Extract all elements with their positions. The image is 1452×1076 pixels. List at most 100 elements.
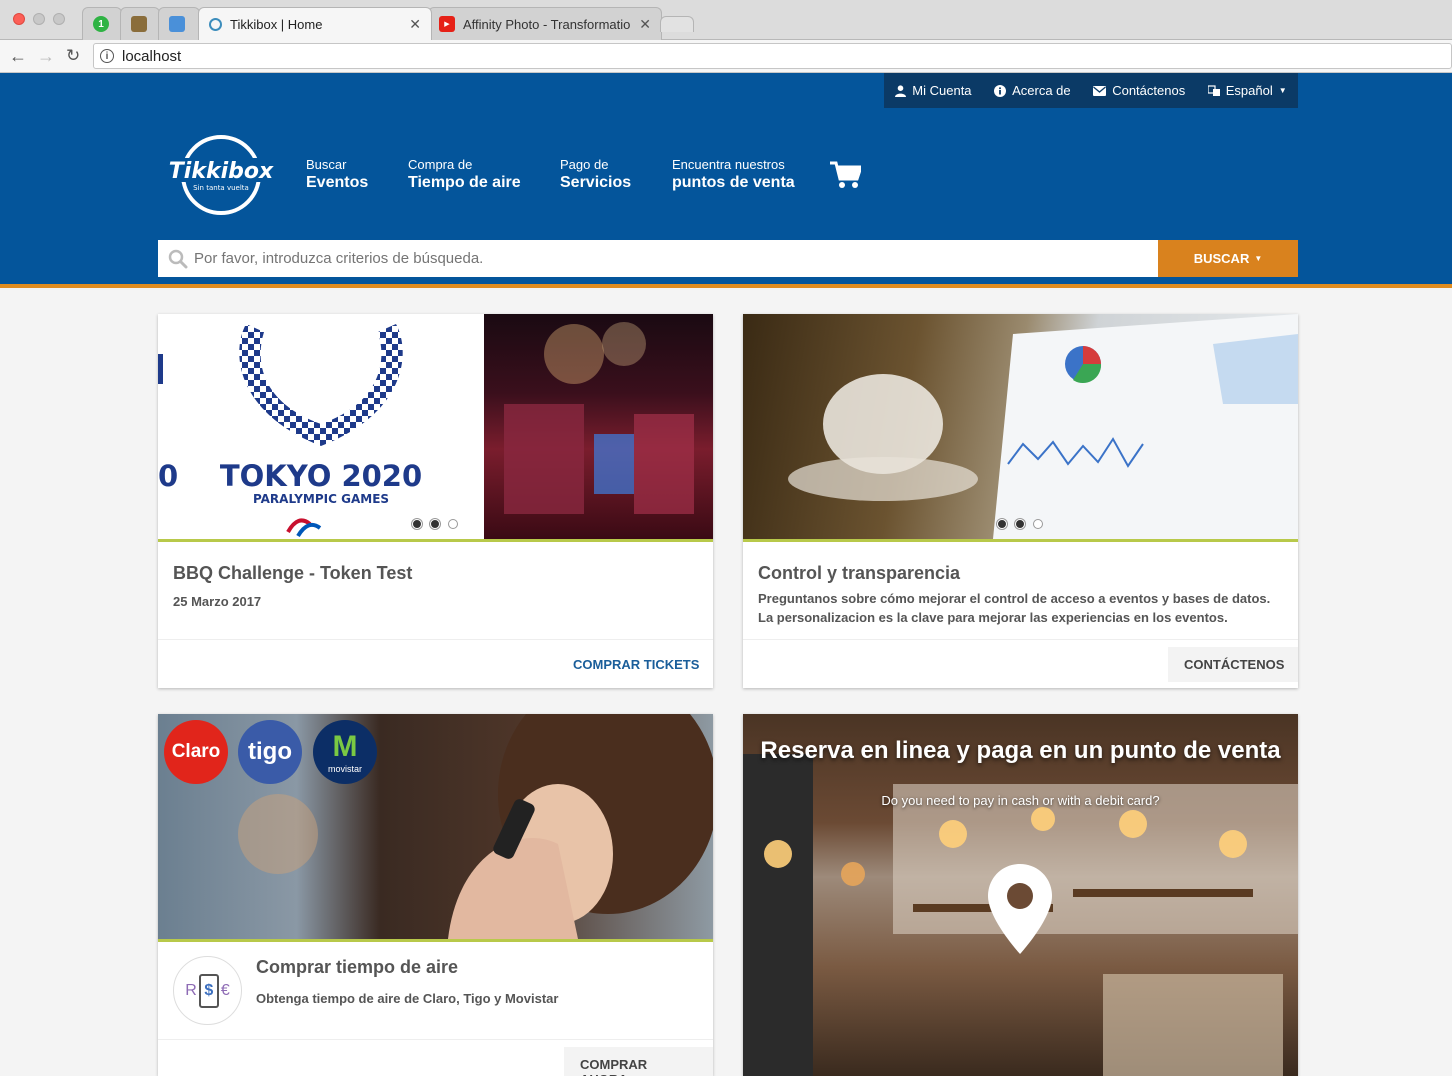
svg-text:Sin tanta vuelta: Sin tanta vuelta — [193, 184, 249, 192]
tikkibox-logo[interactable]: Tikkibox Sin tanta vuelta — [165, 134, 277, 216]
translate-icon — [1207, 84, 1220, 96]
pos-card[interactable]: Reserva en linea y paga en un punto de v… — [743, 714, 1298, 1076]
pos-subtitle: Do you need to pay in cash or with a deb… — [881, 793, 1160, 808]
search-bar: BUSCAR ▼ — [158, 240, 1298, 277]
search-input[interactable] — [194, 250, 1094, 267]
control-title: Control y transparencia — [758, 563, 961, 583]
url-field[interactable]: i localhost — [93, 43, 1452, 69]
search-button[interactable]: BUSCAR ▼ — [1158, 240, 1298, 277]
info-icon[interactable]: i — [100, 49, 114, 63]
paralympic-emblem: TOKYO 2020 PARALYMPIC GAMES 0 — [158, 324, 422, 538]
airtime-image: Claro tigo M movistar — [158, 714, 713, 939]
card-divider — [158, 1039, 713, 1040]
control-card: Control y transparencia Preguntanos sobr… — [743, 314, 1298, 688]
window-close-button[interactable] — [13, 13, 25, 25]
card-divider — [743, 639, 1298, 640]
card-divider — [158, 639, 713, 640]
back-arrow-icon[interactable]: ← — [9, 46, 27, 67]
nav-events-small: Buscar — [306, 157, 347, 172]
browser-tab-3[interactable] — [158, 7, 200, 40]
nav-services-small: Pago de — [560, 157, 609, 172]
cafe-image — [743, 714, 1298, 1076]
utility-bar: Mi Cuenta Acerca de Contáctenos Español … — [884, 73, 1298, 108]
browser-tab-2[interactable] — [120, 7, 160, 40]
airtime-card: Claro tigo M movistar R $ € Comprar tiem… — [158, 714, 713, 1076]
carousel-indicators — [412, 519, 458, 529]
coffee-tablet-image — [788, 314, 1298, 539]
window-minimize-button[interactable] — [33, 13, 45, 25]
svg-text:Tikkibox: Tikkibox — [169, 159, 274, 184]
browser-tab-1[interactable]: 1 — [82, 7, 122, 40]
caret-down-icon: ▼ — [1278, 86, 1287, 95]
new-tab-button[interactable] — [660, 16, 694, 32]
nav-services-big: Servicios — [560, 174, 632, 191]
reload-icon[interactable]: ↻ — [66, 46, 80, 66]
nav-pos-small: Encuentra nuestros — [672, 157, 785, 172]
language-label: Español — [1225, 83, 1273, 98]
carousel-dot[interactable] — [1015, 519, 1025, 529]
tab-close-icon[interactable]: ✕ — [409, 16, 421, 33]
tab-title: Affinity Photo - Transformatio — [463, 16, 631, 32]
caret-down-icon: ▼ — [1254, 254, 1263, 263]
tokyo-2020-slide: TOKYO 2020 PARALYMPIC GAMES 0 — [158, 314, 484, 539]
movistar-logo: M movistar — [313, 720, 377, 784]
carousel-indicators — [997, 519, 1043, 529]
carousel-dot[interactable] — [448, 519, 458, 529]
contact-label: Contáctenos — [1112, 83, 1186, 98]
header-accent-line — [0, 284, 1452, 288]
cafe-interior-image — [743, 754, 1298, 1076]
nav-pos-big: puntos de venta — [672, 174, 795, 191]
nav-airtime-small: Compra de — [408, 157, 473, 172]
carousel-dot[interactable] — [430, 519, 440, 529]
analytics-carousel[interactable] — [743, 314, 1298, 539]
contact-us-button[interactable]: CONTÁCTENOS — [1168, 647, 1298, 682]
browser-tab-active[interactable]: Tikkibox | Home ✕ — [198, 7, 432, 40]
search-field[interactable] — [158, 240, 1158, 277]
my-account-link[interactable]: Mi Cuenta — [895, 83, 972, 98]
forward-arrow-icon[interactable]: → — [37, 46, 55, 67]
browser-tab-youtube[interactable]: ▶ Affinity Photo - Transformatio ✕ — [428, 7, 662, 40]
carousel-dot[interactable] — [412, 519, 422, 529]
buy-now-button[interactable]: COMPRAR AHORA — [564, 1047, 713, 1076]
fireworks-slide — [484, 314, 713, 539]
tab-favicon-icon — [169, 16, 185, 32]
svg-text:0: 0 — [158, 459, 178, 493]
about-label: Acerca de — [1012, 83, 1071, 98]
shopping-cart-icon[interactable] — [830, 161, 861, 189]
search-button-label: BUSCAR — [1193, 251, 1250, 266]
fireworks-image — [504, 322, 694, 514]
airtime-description: Obtenga tiempo de aire de Claro, Tigo y … — [256, 991, 559, 1006]
about-link[interactable]: Acerca de — [994, 83, 1071, 98]
event-card: TOKYO 2020 PARALYMPIC GAMES 0 BBQ Challe… — [158, 314, 713, 688]
event-title[interactable]: BBQ Challenge - Token Test — [173, 563, 412, 584]
control-description-1: Preguntanos sobre cómo mejorar el contro… — [758, 591, 1271, 606]
tab-favicon-icon: 1 — [93, 16, 109, 32]
contact-link[interactable]: Contáctenos — [1093, 83, 1185, 98]
my-account-label: Mi Cuenta — [912, 83, 972, 98]
nav-airtime-big: Tiempo de aire — [408, 174, 521, 191]
tab-favicon-icon — [131, 16, 147, 32]
claro-logo: Claro — [164, 720, 228, 784]
pos-title: Reserva en linea y paga en un punto de v… — [760, 737, 1281, 764]
user-icon — [895, 84, 907, 97]
envelope-icon — [1093, 85, 1107, 96]
card-accent-line — [158, 939, 713, 942]
airtime-title: Comprar tiempo de aire — [256, 957, 459, 977]
nav-points-of-sale[interactable]: Encuentra nuestros puntos de venta — [672, 157, 795, 192]
tab-close-icon[interactable]: ✕ — [639, 16, 651, 33]
nav-airtime[interactable]: Compra de Tiempo de aire — [408, 157, 521, 192]
movistar-label: movistar — [327, 764, 362, 774]
control-description-2: La personalizacion es la clave para mejo… — [758, 610, 1228, 625]
nav-services[interactable]: Pago de Servicios — [560, 157, 631, 192]
youtube-favicon-icon: ▶ — [439, 16, 455, 32]
slide-big-text: TOKYO 2020 — [220, 459, 422, 493]
language-dropdown[interactable]: Español ▼ — [1207, 83, 1287, 98]
carousel-dot[interactable] — [1033, 519, 1043, 529]
event-carousel[interactable]: TOKYO 2020 PARALYMPIC GAMES 0 — [158, 314, 713, 539]
event-date: 25 Marzo 2017 — [173, 594, 262, 609]
nav-events[interactable]: Buscar Eventos — [306, 157, 368, 192]
carousel-dot[interactable] — [997, 519, 1007, 529]
buy-tickets-button[interactable]: COMPRAR TICKETS — [573, 657, 699, 672]
card-accent-line — [743, 539, 1298, 542]
window-zoom-button[interactable] — [53, 13, 65, 25]
